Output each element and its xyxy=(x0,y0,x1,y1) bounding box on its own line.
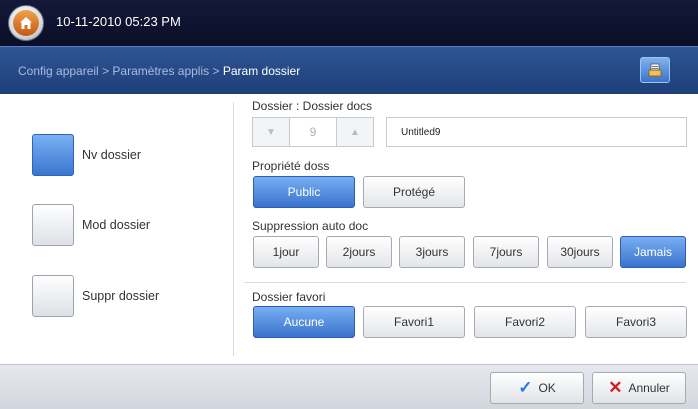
folder-number: 9 xyxy=(289,117,337,147)
new-folder-checkbox[interactable] xyxy=(32,134,74,176)
breadcrumb-separator: > xyxy=(212,64,220,78)
cancel-label: Annuler xyxy=(628,381,670,395)
favorite-2-button[interactable]: Favori2 xyxy=(474,306,576,338)
favorite-3-button[interactable]: Favori3 xyxy=(585,306,687,338)
favorite-1-button[interactable]: Favori1 xyxy=(363,306,465,338)
new-folder-option[interactable]: Nv dossier xyxy=(32,134,141,176)
triangle-up-icon: ▲ xyxy=(350,126,360,138)
auto-delete-7days-button[interactable]: 7jours xyxy=(473,236,539,268)
property-protected-button[interactable]: Protégé xyxy=(363,176,465,208)
triangle-down-icon: ▼ xyxy=(266,126,276,138)
delete-folder-label: Suppr dossier xyxy=(82,289,160,303)
datetime: 10-11-2010 05:23 PM xyxy=(56,14,181,29)
property-public-button[interactable]: Public xyxy=(253,176,355,208)
breadcrumb-bar: Config appareil > Paramètres applis > Pa… xyxy=(0,46,698,94)
breadcrumb-separator: > xyxy=(102,64,110,78)
new-folder-label: Nv dossier xyxy=(82,148,142,162)
mode-list: Nv dossier Mod dossier Suppr dossier xyxy=(0,94,232,364)
home-icon xyxy=(13,10,39,36)
auto-delete-label: Suppression auto doc xyxy=(252,219,369,233)
auto-delete-30days-button[interactable]: 30jours xyxy=(547,236,613,268)
horizontal-divider xyxy=(244,282,686,283)
ok-button[interactable]: ✓ OK xyxy=(490,372,584,404)
vertical-divider xyxy=(233,102,234,356)
edit-folder-checkbox[interactable] xyxy=(32,204,74,246)
folder-label: Dossier : Dossier docs xyxy=(252,99,373,113)
auto-delete-2days-button[interactable]: 2jours xyxy=(326,236,392,268)
main-panel: Nv dossier Mod dossier Suppr dossier Dos… xyxy=(0,94,698,364)
favorite-none-button[interactable]: Aucune xyxy=(253,306,355,338)
increment-button[interactable]: ▲ xyxy=(336,117,374,147)
job-status-button[interactable] xyxy=(640,57,670,83)
ok-label: OK xyxy=(538,381,556,395)
cancel-button[interactable]: ✕ Annuler xyxy=(592,372,686,404)
delete-folder-checkbox[interactable] xyxy=(32,275,74,317)
delete-folder-option[interactable]: Suppr dossier xyxy=(32,275,159,317)
action-bar: ✓ OK ✕ Annuler xyxy=(0,364,698,409)
edit-folder-label: Mod dossier xyxy=(82,218,151,232)
title-bar: 10-11-2010 05:23 PM xyxy=(0,0,698,46)
close-icon: ✕ xyxy=(608,378,623,397)
job-status-icon xyxy=(648,63,662,77)
home-button[interactable] xyxy=(8,5,44,41)
breadcrumb: Config appareil > Paramètres applis > Pa… xyxy=(18,64,300,78)
auto-delete-never-button[interactable]: Jamais xyxy=(620,236,686,268)
favorite-label: Dossier favori xyxy=(252,290,326,304)
auto-delete-3days-button[interactable]: 3jours xyxy=(399,236,465,268)
breadcrumb-item-apps[interactable]: Paramètres applis xyxy=(112,64,209,78)
property-label: Propriété doss xyxy=(252,159,330,173)
decrement-button[interactable]: ▼ xyxy=(252,117,290,147)
auto-delete-1day-button[interactable]: 1jour xyxy=(253,236,319,268)
edit-folder-option[interactable]: Mod dossier xyxy=(32,204,150,246)
checkmark-icon: ✓ xyxy=(518,378,533,397)
folder-name-field[interactable]: Untitled9 xyxy=(386,117,687,147)
breadcrumb-item-current: Param dossier xyxy=(222,64,301,78)
breadcrumb-item-config[interactable]: Config appareil xyxy=(18,64,99,78)
